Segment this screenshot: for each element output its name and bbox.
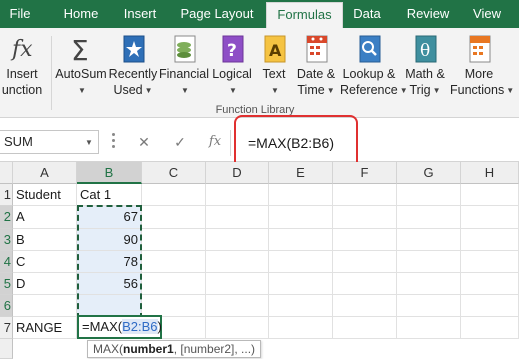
chevron-down-icon: ▼ <box>326 85 335 95</box>
cancel-icon[interactable]: ✕ <box>132 132 156 152</box>
row-header-8[interactable] <box>0 339 13 359</box>
column-header-b[interactable]: B <box>77 162 142 184</box>
tab-file[interactable]: File <box>0 0 40 28</box>
grid-lines <box>142 205 519 339</box>
cell-a3[interactable]: B <box>13 229 77 251</box>
column-header-a[interactable]: A <box>13 162 77 184</box>
select-all-corner[interactable] <box>0 162 13 184</box>
row-header-3[interactable]: 3 <box>0 229 13 251</box>
ribbon-tab-bar: File Home Insert Page Layout Formulas Da… <box>0 0 519 28</box>
text-icon: A <box>256 32 292 66</box>
more-functions-icon <box>450 32 508 66</box>
svg-text:fx: fx <box>10 37 33 62</box>
date-time-button[interactable]: Date & Time ▼ <box>292 32 340 102</box>
tab-review[interactable]: Review <box>402 0 454 28</box>
cell-a2[interactable]: A <box>13 206 77 229</box>
cell-b7-editing[interactable]: =MAX(B2:B6) <box>77 315 162 339</box>
cell-a6[interactable] <box>13 295 77 317</box>
chevron-down-icon: ▼ <box>506 85 515 95</box>
formula-bar-divider <box>230 130 231 156</box>
tab-insert[interactable]: Insert <box>115 0 165 28</box>
column-header-c[interactable]: C <box>142 162 206 184</box>
chevron-down-icon: ▼ <box>78 85 86 95</box>
svg-text:θ: θ <box>420 41 430 61</box>
tab-home[interactable]: Home <box>55 0 107 28</box>
math-trig-button[interactable]: θ Math & Trig ▼ <box>402 32 448 102</box>
cell-a5[interactable]: D <box>13 273 77 295</box>
row-header-5[interactable]: 5 <box>0 273 13 295</box>
row-header-1[interactable]: 1 <box>0 184 13 206</box>
tab-page-layout[interactable]: Page Layout <box>175 0 259 28</box>
more-functions-button[interactable]: More Functions ▼ <box>450 32 514 102</box>
text-button[interactable]: A Text ▼ <box>256 32 292 102</box>
tab-data[interactable]: Data <box>346 0 388 28</box>
tab-view[interactable]: View <box>466 0 508 28</box>
row-header-2[interactable]: 2 <box>0 206 13 229</box>
tab-formulas[interactable]: Formulas <box>266 2 343 28</box>
logical-button[interactable]: ? Logical ▼ <box>210 32 254 102</box>
drag-handle-icon[interactable] <box>112 133 115 149</box>
row-header-4[interactable]: 4 <box>0 251 13 273</box>
group-separator <box>51 36 52 110</box>
cell-b1[interactable]: Cat 1 <box>77 184 142 206</box>
autosum-button[interactable]: Σ AutoSum ▼ <box>55 32 107 102</box>
chevron-down-icon: ▼ <box>229 85 237 95</box>
cell-a1[interactable]: Student <box>13 184 77 206</box>
insert-function-icon[interactable]: fx <box>203 132 227 152</box>
financial-button[interactable]: Financial ▼ <box>158 32 210 102</box>
date-time-icon <box>292 32 340 66</box>
chevron-down-icon[interactable]: ▼ <box>85 138 93 147</box>
svg-text:?: ? <box>227 41 237 61</box>
logical-icon: ? <box>210 32 254 66</box>
svg-text:Σ: Σ <box>71 34 89 66</box>
ribbon-formulas: fx Insert unction Σ AutoSum ▼ Recently U… <box>0 28 519 118</box>
column-header-d[interactable]: D <box>206 162 269 184</box>
worksheet-grid: A B C D E F G H 1 2 3 4 5 6 7 Student Ca… <box>0 162 519 359</box>
range-reference: B2:B6 <box>122 319 158 334</box>
recently-used-button[interactable]: Recently Used ▼ <box>108 32 158 102</box>
reference-range-highlight <box>77 205 142 319</box>
column-header-h[interactable]: H <box>461 162 519 184</box>
enter-check-icon[interactable]: ✓ <box>168 132 192 152</box>
autosum-icon: Σ <box>55 32 107 67</box>
column-header-g[interactable]: G <box>397 162 461 184</box>
column-header-e[interactable]: E <box>269 162 333 184</box>
column-header-f[interactable]: F <box>333 162 397 184</box>
recently-used-icon <box>108 32 158 66</box>
function-syntax-tooltip: MAX(number1, [number2], ...) <box>87 340 261 358</box>
math-trig-icon: θ <box>402 32 448 66</box>
lookup-reference-icon <box>340 32 398 66</box>
financial-icon <box>158 32 210 66</box>
cell-a4[interactable]: C <box>13 251 77 273</box>
row-header-6[interactable]: 6 <box>0 295 13 317</box>
row-header-7[interactable]: 7 <box>0 317 13 339</box>
cell-a7[interactable]: RANGE <box>13 317 77 339</box>
chevron-down-icon: ▼ <box>432 85 441 95</box>
insert-function-button[interactable]: fx Insert unction <box>0 32 50 102</box>
svg-text:A: A <box>269 41 282 60</box>
lookup-reference-button[interactable]: Lookup & Reference ▼ <box>340 32 408 102</box>
chevron-down-icon: ▼ <box>144 85 153 95</box>
fx-icon: fx <box>0 32 50 66</box>
chevron-down-icon: ▼ <box>271 85 279 95</box>
chevron-down-icon: ▼ <box>181 85 189 95</box>
